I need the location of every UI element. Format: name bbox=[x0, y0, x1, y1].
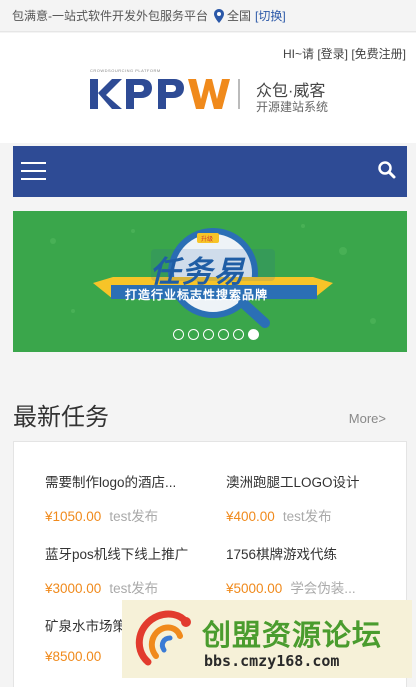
site-slogan: 包满意-一站式软件开发外包服务平台 bbox=[12, 9, 208, 23]
register-link[interactable]: [免费注册] bbox=[351, 47, 406, 61]
top-bar: 包满意-一站式软件开发外包服务平台 全国 [切换] bbox=[0, 0, 416, 32]
kppw-logo-mark bbox=[90, 79, 240, 109]
switch-region-link[interactable]: [切换] bbox=[255, 7, 286, 24]
location-pin-icon bbox=[214, 8, 224, 23]
task-card[interactable]: 1756棋牌游戏代练 ¥5000.00 学会伪装... bbox=[226, 543, 391, 597]
task-price: ¥8500.00 bbox=[45, 649, 102, 664]
carousel-dots bbox=[13, 329, 407, 340]
login-link[interactable]: [登录] bbox=[317, 47, 348, 61]
banner-badge: 升级 bbox=[201, 237, 214, 243]
carousel-dot[interactable] bbox=[188, 329, 199, 340]
carousel-dot[interactable] bbox=[173, 329, 184, 340]
task-price: ¥400.00 bbox=[226, 509, 275, 524]
task-price: ¥5000.00 bbox=[226, 581, 283, 596]
task-title: 澳洲跑腿工LOGO设计 bbox=[226, 475, 360, 490]
watermark-text: 创盟资源论坛 bbox=[202, 620, 383, 652]
task-card[interactable]: 蓝牙pos机线下线上推广 ¥3000.00 test发布 bbox=[45, 543, 210, 597]
logo-tagline: 开源建站系统 bbox=[256, 100, 329, 114]
header: HI~请 [登录] [免费注册] CROWDSOURCING PLATFORM … bbox=[0, 33, 416, 143]
section-title: 最新任务 bbox=[13, 404, 109, 431]
task-publisher: test发布 bbox=[109, 581, 159, 596]
banner-slogan: 打造行业标志性搜索品牌 bbox=[125, 288, 269, 302]
region-label: 全国 bbox=[227, 9, 252, 23]
watermark: 创盟资源论坛 bbs.cmzy168.com bbox=[122, 600, 412, 678]
carousel-dot-active[interactable] bbox=[248, 329, 259, 340]
greeting-text: HI~请 bbox=[282, 47, 314, 61]
watermark-url: bbs.cmzy168.com bbox=[204, 652, 340, 670]
nav-bar bbox=[13, 146, 407, 197]
task-title: 需要制作logo的酒店... bbox=[45, 475, 177, 490]
task-publisher: test发布 bbox=[109, 509, 159, 524]
task-card[interactable]: 澳洲跑腿工LOGO设计 ¥400.00 test发布 bbox=[226, 471, 391, 525]
task-publisher: 学会伪装... bbox=[290, 581, 356, 596]
search-icon[interactable] bbox=[377, 160, 397, 180]
task-title: 1756棋牌游戏代练 bbox=[226, 547, 338, 562]
carousel-dot[interactable] bbox=[233, 329, 244, 340]
banner-title: 任务易 bbox=[150, 256, 246, 289]
logo[interactable]: CROWDSOURCING PLATFORM 众包·威客 开源建站系统 bbox=[88, 68, 333, 114]
login-area: HI~请 [登录] [免费注册] bbox=[283, 45, 406, 62]
task-publisher: test发布 bbox=[282, 509, 332, 524]
menu-icon[interactable] bbox=[21, 162, 46, 180]
watermark-logo-icon bbox=[135, 610, 191, 666]
task-price: ¥3000.00 bbox=[45, 581, 102, 596]
banner-carousel[interactable]: 升级 任务易 打造行业标志性搜索品牌 bbox=[13, 211, 407, 352]
carousel-dot[interactable] bbox=[203, 329, 214, 340]
more-link[interactable]: More> bbox=[349, 411, 386, 426]
carousel-dot[interactable] bbox=[218, 329, 229, 340]
task-card[interactable]: 需要制作logo的酒店... ¥1050.00 test发布 bbox=[45, 471, 210, 525]
task-price: ¥1050.00 bbox=[45, 509, 102, 524]
task-title: 蓝牙pos机线下线上推广 bbox=[45, 547, 189, 562]
